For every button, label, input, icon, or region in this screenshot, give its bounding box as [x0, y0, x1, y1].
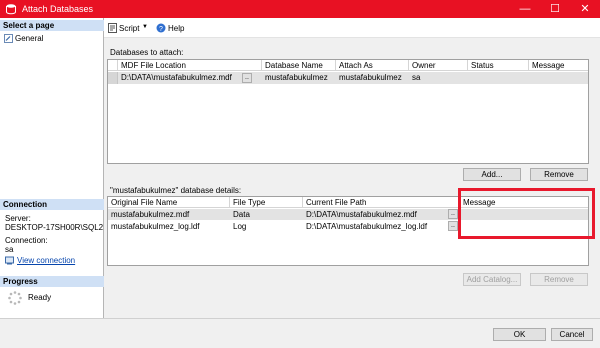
attach-section-label: Databases to attach:	[110, 48, 184, 57]
title-bar[interactable]: Attach Databases — ☐ ✕	[0, 0, 600, 18]
server-value: DESKTOP-17SH00R\SQL2	[5, 223, 104, 232]
add-catalog-button[interactable]: Add Catalog...	[463, 273, 521, 286]
remove-file-button[interactable]: Remove	[530, 273, 588, 286]
help-icon: ?	[156, 23, 166, 33]
select-page-heading: Select a page	[0, 20, 104, 31]
highlight-box	[458, 188, 595, 239]
maximize-button[interactable]: ☐	[540, 0, 570, 18]
progress-status: Ready	[28, 293, 52, 302]
connection-heading: Connection	[0, 199, 104, 210]
cell-status	[468, 72, 529, 83]
row-selector-header	[108, 60, 118, 71]
left-pane: Select a page General Connection Server:…	[0, 18, 104, 318]
row-selector[interactable]	[108, 72, 118, 84]
connection-value: sa	[5, 245, 14, 254]
help-button[interactable]: ? Help	[156, 23, 186, 34]
toolbar: Script ▼ ? Help	[104, 18, 600, 38]
script-label: Script	[119, 24, 140, 33]
cell-current-file-path[interactable]: D:\DATA\mustafabukulmez.mdf	[303, 209, 448, 220]
cell-file-type: Log	[233, 222, 247, 231]
view-connection-link[interactable]: View connection	[17, 256, 75, 265]
details-section-label: "mustafabukulmez" database details:	[110, 186, 242, 195]
cell-owner[interactable]: sa	[409, 72, 468, 83]
chevron-down-icon[interactable]: ▼	[142, 24, 148, 30]
add-button[interactable]: Add...	[463, 168, 521, 181]
table-row[interactable]: D:\DATA\mustafabukulmez.mdf .. mustafabu…	[108, 72, 588, 84]
cell-file-type: Data	[233, 210, 250, 219]
ok-button[interactable]: OK	[493, 328, 546, 341]
progress-spinner-icon	[8, 291, 22, 305]
minimize-button[interactable]: —	[510, 0, 540, 18]
svg-text:?: ?	[159, 26, 163, 33]
database-icon	[6, 4, 16, 15]
connection-label: Connection:	[5, 236, 48, 245]
column-header-database-name[interactable]: Database Name	[262, 60, 336, 71]
remove-database-button[interactable]: Remove	[530, 168, 588, 181]
column-header-mdf[interactable]: MDF File Location	[118, 60, 262, 71]
column-header-status[interactable]: Status	[468, 60, 529, 71]
column-header-file-type[interactable]: File Type	[230, 197, 303, 208]
view-connection-icon	[5, 256, 14, 265]
help-label: Help	[168, 24, 185, 33]
cell-file-name: mustafabukulmez_log.ldf	[111, 222, 200, 231]
browse-path-button[interactable]: ..	[448, 209, 458, 219]
window-title: Attach Databases	[22, 4, 94, 14]
page-item-general[interactable]: General	[4, 33, 100, 44]
browse-path-button[interactable]: ..	[448, 221, 458, 231]
column-header-owner[interactable]: Owner	[409, 60, 468, 71]
cell-mdf-location: D:\DATA\mustafabukulmez.mdf	[121, 73, 232, 82]
cancel-button[interactable]: Cancel	[551, 328, 593, 341]
column-header-message[interactable]: Message	[529, 60, 588, 71]
script-button[interactable]: Script ▼	[108, 23, 150, 34]
script-icon	[108, 23, 117, 33]
browse-mdf-button[interactable]: ..	[242, 73, 252, 83]
cell-message	[529, 72, 588, 83]
page-item-label: General	[15, 34, 44, 43]
cell-current-file-path[interactable]: D:\DATA\mustafabukulmez_log.ldf	[303, 221, 448, 232]
databases-grid[interactable]: MDF File Location Database Name Attach A…	[107, 59, 589, 164]
column-header-original-file-name[interactable]: Original File Name	[108, 197, 230, 208]
footer: OK Cancel	[0, 318, 600, 348]
server-label: Server:	[5, 214, 31, 223]
column-header-current-file-path[interactable]: Current File Path	[303, 197, 460, 208]
cell-attach-as[interactable]: mustafabukulmez	[336, 72, 409, 83]
progress-heading: Progress	[0, 276, 104, 287]
wrench-icon	[4, 34, 13, 43]
column-header-attach-as[interactable]: Attach As	[336, 60, 409, 71]
close-button[interactable]: ✕	[570, 0, 600, 18]
cell-file-name: mustafabukulmez.mdf	[111, 210, 190, 219]
cell-database-name: mustafabukulmez	[265, 73, 328, 82]
